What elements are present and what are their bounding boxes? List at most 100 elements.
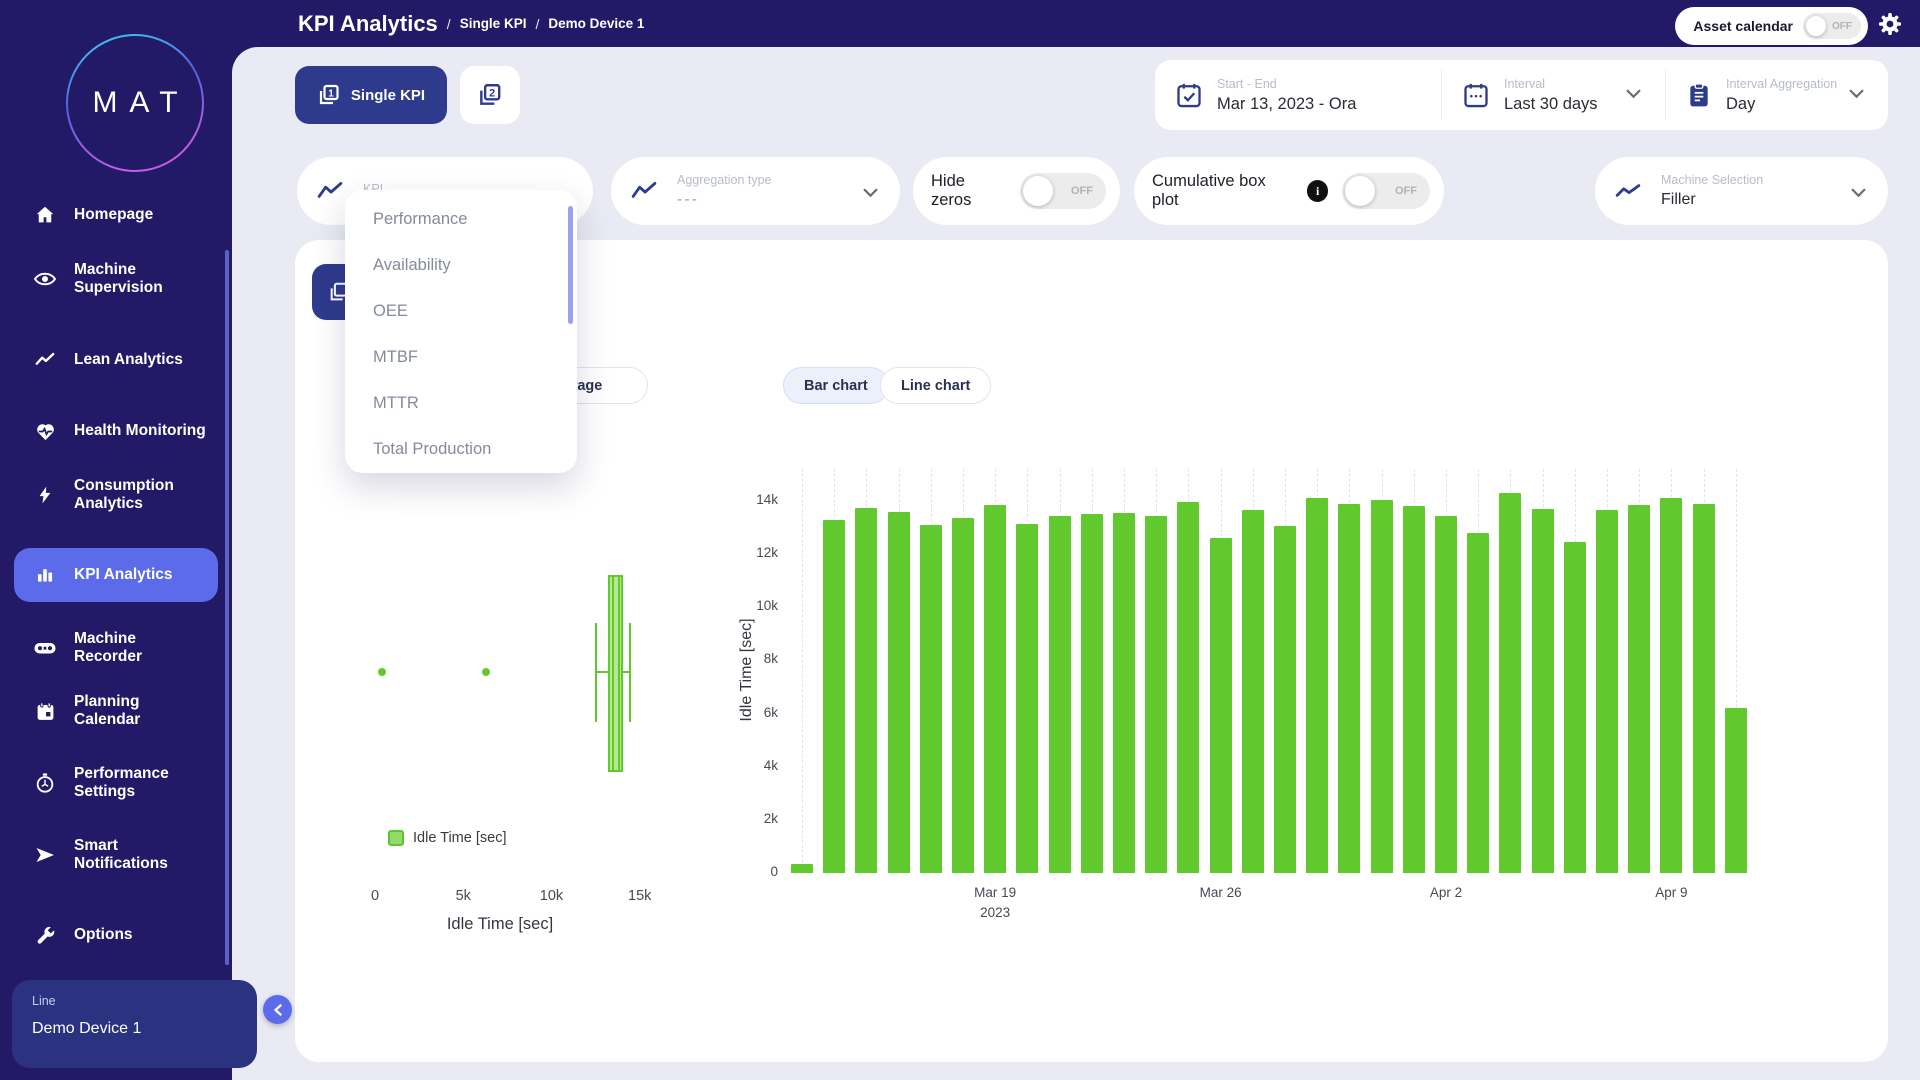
kpi-option[interactable]: MTBF [345, 334, 577, 380]
cumulative-box-plot-label: Cumulative box plot [1152, 172, 1293, 210]
kpi-option[interactable]: MTTR [345, 380, 577, 426]
cumulative-box-plot-toggle[interactable]: OFF [1342, 173, 1430, 209]
heart-pulse-icon [32, 420, 58, 443]
boxplot-whisker-line [596, 671, 608, 673]
bar[interactable] [1113, 513, 1135, 873]
interval-aggregation-field[interactable]: Interval Aggregation Day [1666, 60, 1888, 130]
bar[interactable] [1596, 510, 1618, 873]
boxplot-outlier-point[interactable] [482, 668, 490, 676]
bar[interactable] [1371, 500, 1393, 873]
bar[interactable] [1435, 516, 1457, 873]
sidebar-item-performance-settings[interactable]: Performance Settings [14, 756, 218, 810]
boxplot-x-tick: 5k [443, 888, 483, 904]
boxplot-x-axis-title: Idle Time [sec] [330, 915, 670, 934]
bar-chart: Idle Time [sec] 02k4k6k8k10k12k14kMar 19… [700, 455, 1870, 955]
line-chart-button[interactable]: Line chart [880, 367, 991, 404]
aggregation-line-icon [631, 180, 657, 202]
multi-kpi-tab-button[interactable]: 2 [460, 66, 520, 124]
bar[interactable] [1210, 538, 1232, 873]
bar[interactable] [1467, 533, 1489, 873]
machine-line-icon [1615, 180, 1641, 202]
bar[interactable] [1725, 708, 1747, 873]
bar[interactable] [855, 508, 877, 873]
kpi-option[interactable]: OEE [345, 288, 577, 334]
chevron-down-icon [1851, 185, 1866, 203]
kpi-option[interactable]: Total Production [345, 426, 577, 472]
sidebar-item-kpi-analytics[interactable]: KPI Analytics [14, 548, 218, 602]
bar[interactable] [1564, 542, 1586, 873]
sidebar-item-options[interactable]: Options [14, 908, 218, 962]
barchart-x-tick: Mar 26 [1181, 883, 1261, 903]
hide-zeros-toggle[interactable]: OFF [1020, 173, 1106, 209]
device-card[interactable]: Line Demo Device 1 [12, 980, 257, 1068]
bar[interactable] [1049, 516, 1071, 873]
machine-selection-value: Filler [1661, 191, 1763, 209]
settings-gear-icon[interactable] [1876, 10, 1904, 38]
barchart-y-tick: 4k [718, 758, 778, 773]
breadcrumb-separator: / [535, 16, 539, 32]
kpi-line-icon [317, 180, 343, 202]
bar[interactable] [1403, 506, 1425, 873]
machine-selection-label: Machine Selection [1661, 173, 1763, 187]
sidebar-collapse-button[interactable] [263, 995, 292, 1024]
kpi-option[interactable]: Performance [345, 196, 577, 242]
boxplot-box[interactable] [608, 575, 623, 772]
aggregation-type-field[interactable]: Aggregation type --- [611, 157, 900, 225]
sidebar-item-homepage[interactable]: Homepage [14, 188, 218, 242]
aggregation-type-label: Aggregation type [677, 173, 772, 187]
interval-field[interactable]: Interval Last 30 days [1442, 60, 1665, 130]
bar[interactable] [952, 518, 974, 873]
multi-kpi-icon: 2 [477, 82, 503, 108]
sidebar-scrollbar[interactable] [225, 250, 229, 965]
boxplot-outlier-point[interactable] [378, 668, 386, 676]
sidebar-item-label: Machine Supervision [74, 261, 208, 298]
bar[interactable] [1660, 498, 1682, 873]
sidebar-item-machine-supervision[interactable]: Machine Supervision [14, 252, 218, 306]
bar[interactable] [1242, 510, 1264, 873]
toggle-state-label: OFF [1832, 21, 1852, 32]
breadcrumb-item-device[interactable]: Demo Device 1 [548, 16, 644, 31]
bar[interactable] [1499, 493, 1521, 873]
bar[interactable] [1693, 504, 1715, 873]
start-end-field[interactable]: Start - End Mar 13, 2023 - Ora [1155, 60, 1441, 130]
sidebar-item-consumption-analytics[interactable]: Consumption Analytics [14, 468, 218, 522]
bar[interactable] [1274, 526, 1296, 873]
asset-calendar-toggle[interactable]: OFF [1803, 13, 1861, 39]
sidebar-item-lean-analytics[interactable]: Lean Analytics [14, 333, 218, 387]
chevron-down-icon [1849, 86, 1864, 104]
bar[interactable] [1145, 516, 1167, 873]
bar[interactable] [1532, 509, 1554, 873]
bar[interactable] [1016, 524, 1038, 873]
start-end-label: Start - End [1217, 77, 1356, 91]
kpi-option[interactable]: Availability [345, 242, 577, 288]
info-icon[interactable]: i [1307, 180, 1328, 202]
cumulative-box-plot-control: Cumulative box plot i OFF [1134, 157, 1444, 225]
single-kpi-tab-button[interactable]: 1 Single KPI [295, 66, 447, 124]
sidebar-item-smart-notifications[interactable]: Smart Notifications [14, 828, 218, 882]
app-root: MAT Homepage Machine Supervision Lean An… [0, 0, 1920, 1080]
dropdown-scrollbar[interactable] [568, 206, 573, 324]
chart-legend[interactable]: Idle Time [sec] [388, 830, 506, 846]
bar[interactable] [984, 505, 1006, 873]
barchart-x-tick: Mar 192023 [955, 883, 1035, 924]
asset-calendar-label: Asset calendar [1693, 18, 1793, 34]
bar[interactable] [920, 525, 942, 873]
sidebar-item-label: Consumption Analytics [74, 477, 208, 514]
sidebar-item-planning-calendar[interactable]: Planning Calendar [14, 684, 218, 738]
bar[interactable] [1306, 498, 1328, 873]
machine-selection-field[interactable]: Machine Selection Filler [1595, 157, 1888, 225]
sidebar-item-health-monitoring[interactable]: Health Monitoring [14, 404, 218, 458]
bar[interactable] [1177, 502, 1199, 873]
bar-chart-button[interactable]: Bar chart [783, 367, 889, 404]
send-icon [32, 843, 58, 867]
barchart-y-tick: 14k [718, 492, 778, 507]
bar[interactable] [1628, 505, 1650, 873]
bar[interactable] [823, 520, 845, 873]
bar[interactable] [1081, 514, 1103, 873]
sidebar-item-machine-recorder[interactable]: Machine Recorder [14, 621, 218, 675]
breadcrumb-item-single-kpi[interactable]: Single KPI [460, 16, 527, 31]
asset-calendar-toggle-pill[interactable]: Asset calendar OFF [1675, 7, 1868, 45]
bar[interactable] [888, 512, 910, 873]
bar[interactable] [1338, 504, 1360, 873]
bar[interactable] [791, 864, 813, 873]
